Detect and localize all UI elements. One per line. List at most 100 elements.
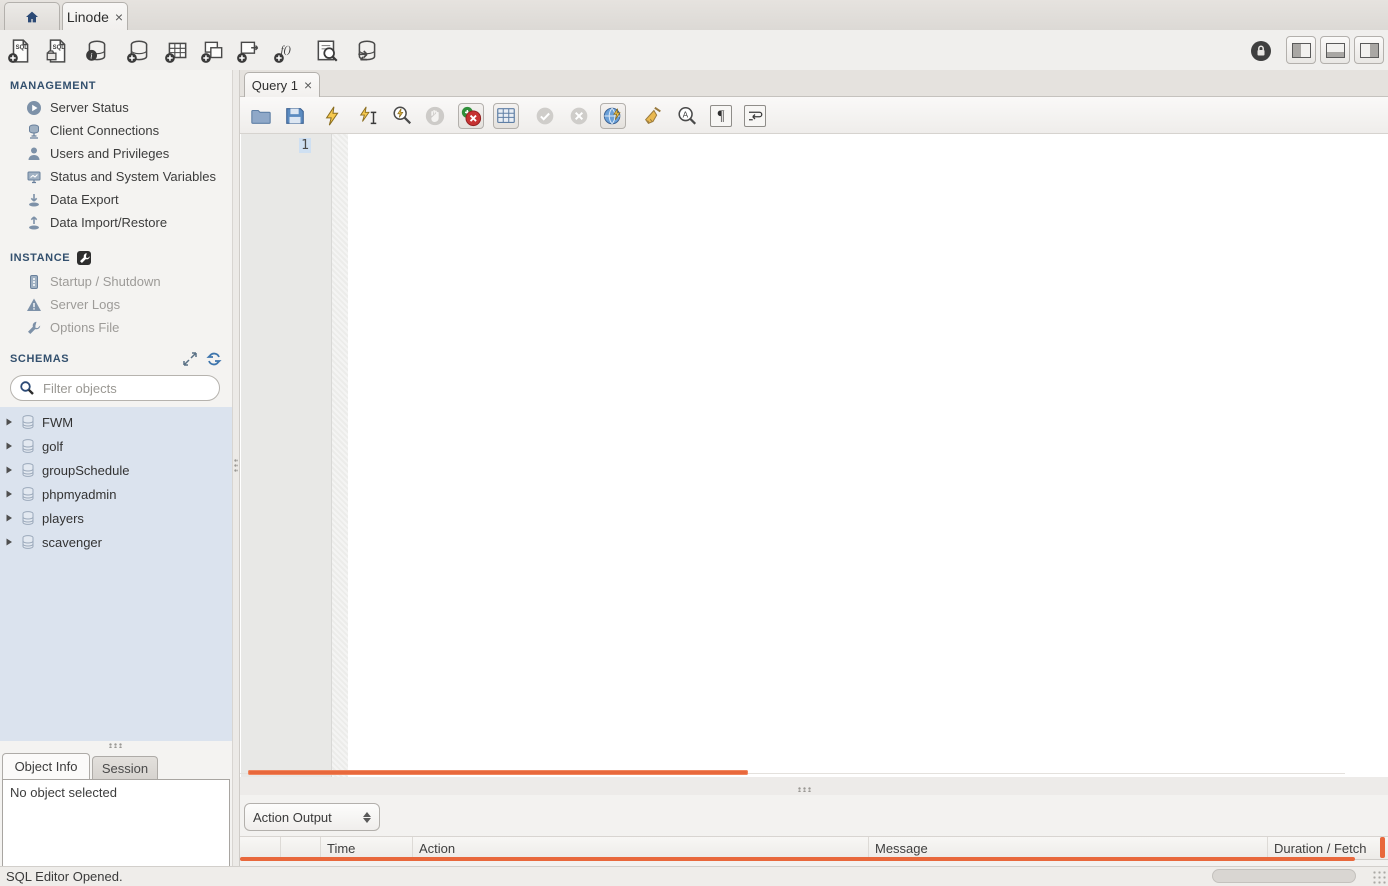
tab-object-info[interactable]: Object Info [2,753,90,779]
sidebar-item-label: Server Status [50,100,129,115]
output-selector[interactable]: Action Output [244,803,380,831]
mysql-workbench-window: Linode × [0,0,1388,886]
sidebar-item-options-file[interactable]: Options File [0,316,232,339]
create-procedure-button[interactable] [235,37,263,65]
expand-icon[interactable] [182,351,198,367]
sidebar-item-data-export[interactable]: Data Export [0,188,232,211]
rollback-button[interactable] [566,103,592,129]
action-output-panel: Action Output Time Action Message Durati… [240,795,1388,866]
toggle-autocommit-button[interactable] [600,103,626,129]
lock-icon[interactable] [1247,37,1275,65]
splitter-grip[interactable] [234,458,238,474]
toggle-bottom-panel-button[interactable] [1320,36,1350,64]
inspect-database-button[interactable] [83,37,111,65]
commit-button[interactable] [532,103,558,129]
output-col-status[interactable] [240,837,281,859]
chevron-right-icon[interactable] [4,441,14,451]
sql-editor[interactable]: 1 [240,134,1388,777]
save-button[interactable] [282,103,308,129]
search-data-button[interactable] [313,37,341,65]
chevron-right-icon[interactable] [4,417,14,427]
output-col-duration[interactable]: Duration / Fetch [1268,837,1388,859]
execute-current-button[interactable] [355,103,381,129]
wrap-text-button[interactable] [744,105,766,127]
vertical-splitter[interactable] [232,70,240,866]
sidebar-item-startup-shutdown[interactable]: Startup / Shutdown [0,270,232,293]
sidebar-item-label: Data Export [50,192,119,207]
clean-sql-button[interactable] [640,103,666,129]
reconnect-database-button[interactable] [353,37,381,65]
connection-tab-linode[interactable]: Linode × [62,2,128,30]
output-col-index[interactable] [281,837,321,859]
wrench-badge-icon [76,250,92,266]
schema-row-scavenger[interactable]: scavenger [0,530,232,554]
sidebar-item-label: Client Connections [50,123,159,138]
editor-hscroll-thumb[interactable] [248,770,748,775]
database-icon [20,462,36,478]
schema-name: players [42,511,84,526]
open-file-button[interactable] [248,103,274,129]
tab-session[interactable]: Session [92,756,158,779]
main-toolbar [0,30,1388,70]
show-invisibles-button[interactable]: ¶ [710,105,732,127]
create-function-button[interactable] [272,37,300,65]
chevron-right-icon[interactable] [4,489,14,499]
instance-section-header: INSTANCE [0,234,232,270]
output-col-action[interactable]: Action [413,837,869,859]
chevron-right-icon[interactable] [4,465,14,475]
system-variables-icon [26,169,42,185]
find-button[interactable] [674,103,700,129]
tab-query-1[interactable]: Query 1 × [244,72,320,97]
toggle-stop-on-error-button[interactable] [458,103,484,129]
chevron-right-icon[interactable] [4,513,14,523]
refresh-icon[interactable] [206,351,222,367]
schema-row-groupschedule[interactable]: groupSchedule [0,458,232,482]
warning-icon [26,297,42,313]
home-tab[interactable] [4,2,60,30]
tab-session-label: Session [102,761,148,776]
schema-filter-input[interactable] [41,380,221,397]
users-icon [26,146,42,162]
instance-title: INSTANCE [10,252,70,264]
server-status-icon [26,100,42,116]
close-icon[interactable]: × [115,10,123,24]
status-scrollbar-thumb[interactable] [1212,869,1356,883]
sidebar-item-system-variables[interactable]: Status and System Variables [0,165,232,188]
output-splitter-grip[interactable] [797,787,813,792]
sidebar-splitter-handle[interactable] [108,743,124,748]
database-icon [20,534,36,550]
col-label: Message [875,841,928,856]
sidebar-item-server-logs[interactable]: Server Logs [0,293,232,316]
window-resize-grip[interactable] [1372,870,1386,884]
sidebar-item-label: Startup / Shutdown [50,274,161,289]
sidebar-item-users-privileges[interactable]: Users and Privileges [0,142,232,165]
new-sql-tab-button[interactable] [6,37,34,65]
output-hscroll-thumb[interactable] [240,857,1355,861]
output-vscroll-thumb[interactable] [1380,837,1385,858]
open-sql-script-button[interactable] [43,37,71,65]
execute-button[interactable] [320,103,346,129]
sidebar-item-server-status[interactable]: Server Status [0,96,232,119]
output-col-message[interactable]: Message [869,837,1268,859]
sidebar-item-client-connections[interactable]: Client Connections [0,119,232,142]
schema-filter-box [10,375,220,401]
schema-row-phpmyadmin[interactable]: phpmyadmin [0,482,232,506]
stop-button[interactable] [422,103,448,129]
schema-row-fwm[interactable]: FWM [0,410,232,434]
create-view-button[interactable] [199,37,227,65]
limit-rows-button[interactable] [493,103,519,129]
chevron-right-icon[interactable] [4,537,14,547]
server-icon [26,274,42,290]
sidebar-item-data-import[interactable]: Data Import/Restore [0,211,232,234]
schema-name: scavenger [42,535,102,550]
create-table-button[interactable] [163,37,191,65]
explain-button[interactable] [389,103,415,129]
schema-row-golf[interactable]: golf [0,434,232,458]
close-icon[interactable]: × [304,78,312,92]
output-col-time[interactable]: Time [321,837,413,859]
line-number-gutter: 1 [241,134,332,777]
create-schema-button[interactable] [125,37,153,65]
toggle-right-panel-button[interactable] [1354,36,1384,64]
toggle-left-panel-button[interactable] [1286,36,1316,64]
schema-row-players[interactable]: players [0,506,232,530]
